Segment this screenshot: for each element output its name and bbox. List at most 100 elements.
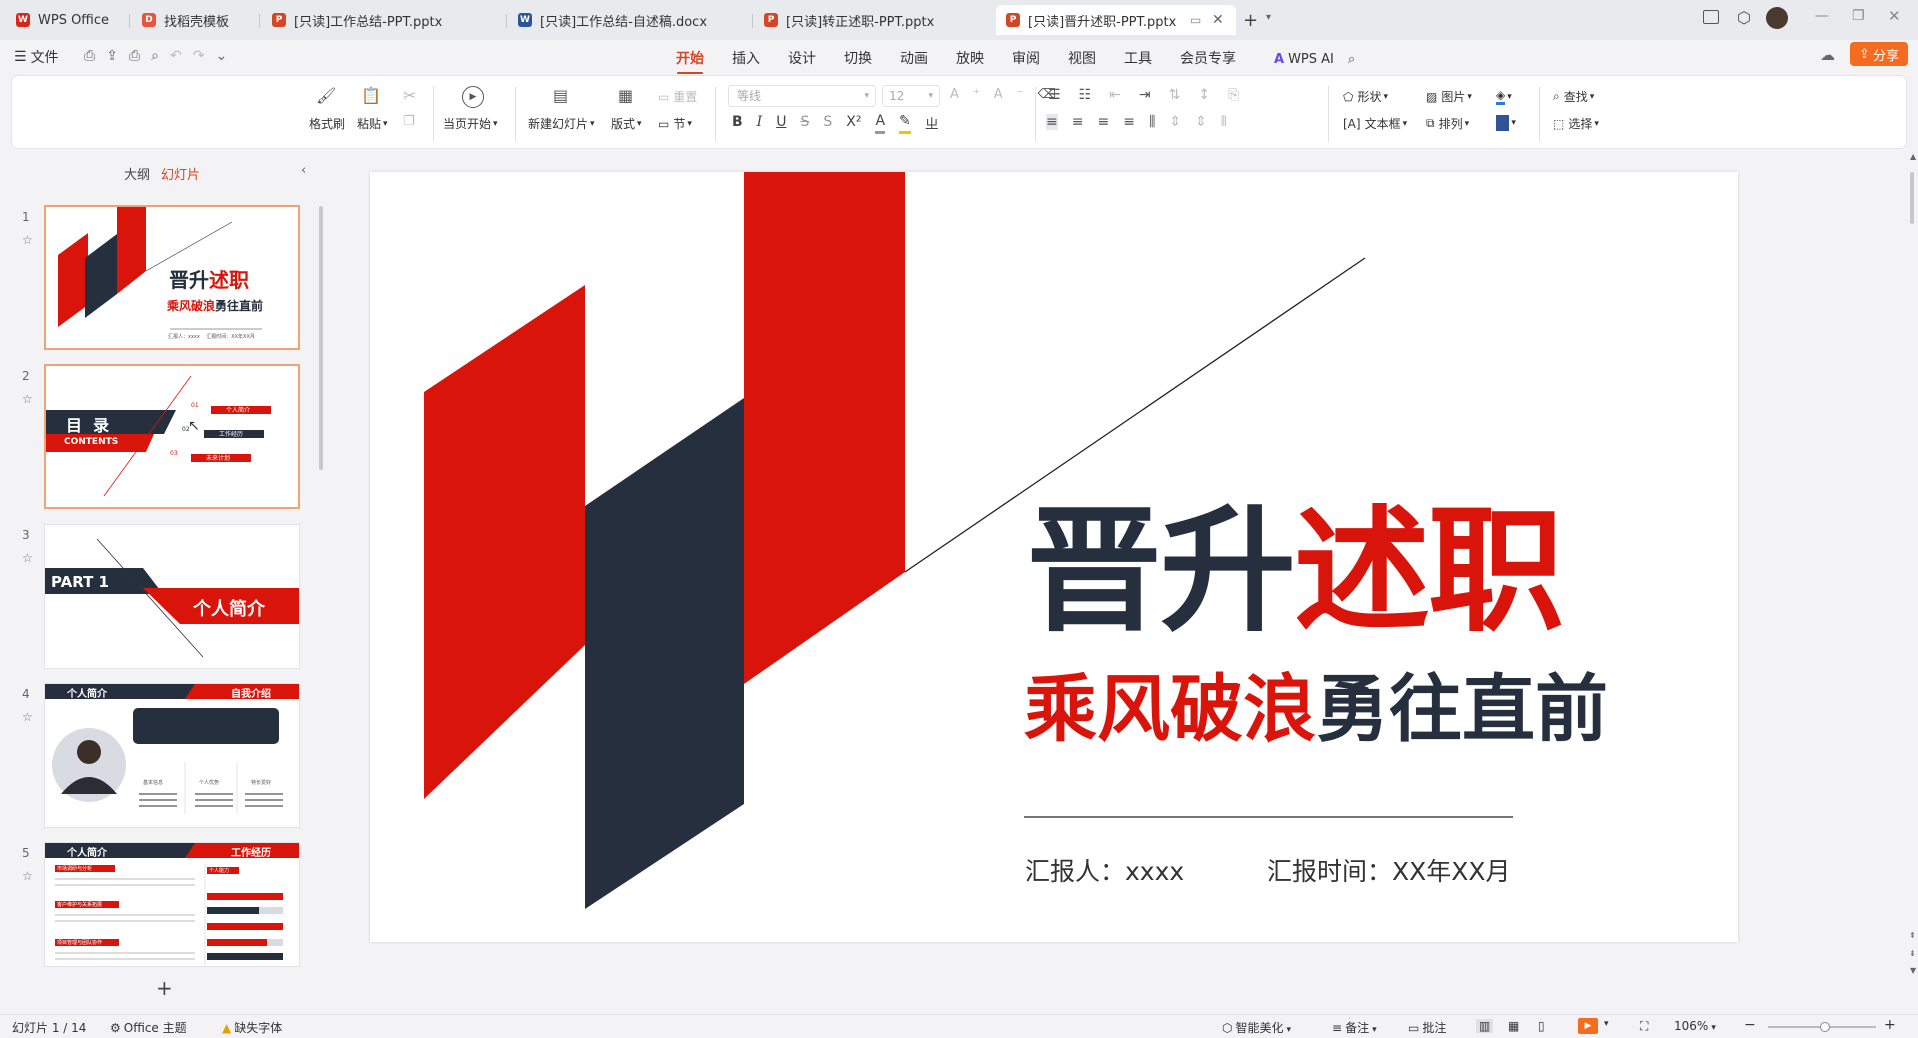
tab-promotion-ppt[interactable]: P [只读]晋升述职-PPT.pptx ▭ ✕ (996, 5, 1236, 35)
shrink-font-icon[interactable]: A⁻ (994, 87, 1038, 102)
missing-font-indicator[interactable]: ▲ 缺失字体 (222, 1019, 282, 1036)
select-button[interactable]: ⬚ 选择 ▾ (1553, 115, 1599, 132)
notes-button[interactable]: ≡ 备注 ▾ (1332, 1019, 1377, 1036)
tab-review[interactable]: 审阅 (1010, 47, 1042, 71)
italic-icon[interactable]: I (757, 114, 763, 134)
slideshow-options-icon[interactable]: ▾ (1604, 1019, 1609, 1029)
new-tab-icon[interactable]: + (1243, 10, 1258, 31)
chevron-down-icon[interactable]: ▾ (1266, 12, 1271, 23)
slide-thumbnail-5[interactable]: 个人简介 工作经历 市场调研与分析 客户维护与关系拓展 项目管理与团队协作 个人… (44, 842, 300, 967)
section-button[interactable]: ▭ 节 ▾ (658, 115, 692, 132)
add-slide-icon[interactable]: + (156, 976, 173, 1000)
align-left-icon[interactable]: ≡ (1046, 114, 1058, 130)
tab-regularization-ppt[interactable]: P [只读]转正述职-PPT.pptx (754, 5, 994, 35)
tab-design[interactable]: 设计 (786, 47, 818, 71)
collapse-panel-icon[interactable]: ‹ (301, 163, 306, 178)
scroll-thumb[interactable] (1910, 172, 1914, 224)
slideshow-play-icon[interactable]: ▶ (1578, 1018, 1598, 1034)
underline-icon[interactable]: U (776, 114, 786, 134)
star-icon[interactable]: ☆ (22, 869, 33, 883)
tab-animation[interactable]: 动画 (898, 47, 930, 71)
next-page-icon[interactable]: ⇟ (1909, 949, 1916, 958)
canvas-scrollbar[interactable]: ▲ ⇞ ⇟ ▼ (1906, 152, 1918, 982)
copy-icon[interactable]: ❐ (403, 114, 415, 129)
slide-sorter-icon[interactable]: ▦ (1508, 1019, 1519, 1033)
line-spacing-icon[interactable]: ⇕ (1169, 114, 1181, 130)
star-icon[interactable]: ☆ (22, 710, 33, 724)
font-name-select[interactable]: 等线 ▾ (728, 85, 876, 107)
tab-docer[interactable]: D 找稻壳模板 (132, 5, 254, 35)
new-slide-button[interactable]: 新建幻灯片 ▾ (528, 115, 595, 132)
current-slide[interactable]: 晋升述职 乘风破浪勇往直前 汇报人：xxxx 汇报时间：XX年XX月 (370, 172, 1738, 942)
tab-slides[interactable]: 幻灯片 (161, 164, 200, 183)
tab-work-summary-docx[interactable]: W [只读]工作总结-自述稿.docx (508, 5, 748, 35)
tab-slideshow[interactable]: 放映 (954, 47, 986, 71)
format-painter-button[interactable]: 格式刷 (309, 115, 345, 132)
tab-tools[interactable]: 工具 (1122, 47, 1154, 71)
decrease-indent-icon[interactable]: ⇤ (1109, 87, 1121, 103)
cloud-icon[interactable]: ☁ (1820, 46, 1835, 64)
cube-icon[interactable]: ⬡ (1737, 8, 1751, 27)
zoom-slider-thumb[interactable] (1820, 1022, 1830, 1032)
avatar[interactable] (1766, 7, 1788, 29)
align-right-icon[interactable]: ≡ (1097, 114, 1109, 130)
tab-wps-office[interactable]: W WPS Office (6, 5, 122, 35)
columns-icon[interactable]: ⫴ (1221, 114, 1227, 130)
sort-icon[interactable]: ↕ (1198, 87, 1210, 103)
redo-icon[interactable]: ↷ (193, 48, 216, 64)
wps-ai-button[interactable]: A WPS AI ⌕ (1274, 47, 1355, 71)
window-mode-icon[interactable]: ▭ (1190, 13, 1201, 27)
zoom-out-icon[interactable]: − (1744, 1017, 1756, 1033)
slide-thumbnail-4[interactable]: 个人简介 自我介绍 基本信息 个人优势 特长爱好 (44, 683, 300, 828)
quick-access-toolbar[interactable]: ⎙⇪⎙⌕↶↷⌄ (84, 48, 238, 64)
tab-outline[interactable]: 大纲 (124, 164, 150, 183)
star-icon[interactable]: ☆ (22, 551, 33, 565)
text-direction-icon[interactable]: ⇅ (1169, 87, 1181, 103)
picture-button[interactable]: ▨ 图片 ▾ (1426, 88, 1472, 105)
char-spacing-icon[interactable]: ㄓ (925, 114, 939, 134)
prev-page-icon[interactable]: ⇞ (1909, 931, 1916, 940)
more-icon[interactable]: ⌄ (215, 48, 238, 64)
close-tab-icon[interactable]: ✕ (1212, 12, 1224, 28)
tab-home[interactable]: 开始 (674, 47, 706, 74)
zoom-level[interactable]: 106% ▾ (1674, 1019, 1716, 1033)
font-size-select[interactable]: 12 ▾ (882, 85, 940, 107)
reading-view-icon[interactable]: ▯ (1538, 1019, 1545, 1033)
para-spacing-icon[interactable]: ⇕ (1195, 114, 1207, 130)
search-icon[interactable]: ⌕ (1348, 52, 1355, 67)
increase-indent-icon[interactable]: ⇥ (1139, 87, 1151, 103)
reset-button[interactable]: ▭ 重置 (658, 88, 697, 105)
convert-icon[interactable]: ⎘ (1228, 87, 1239, 103)
export-icon[interactable]: ⇪ (106, 48, 129, 64)
tile-window-icon[interactable] (1703, 10, 1719, 24)
font-color-icon[interactable]: A (875, 114, 886, 134)
slide-thumbnail-1[interactable]: 晋升述职 乘风破浪勇往直前 汇报人：xxxx 汇报时间：XX年XX月 (44, 205, 300, 350)
zoom-in-icon[interactable]: + (1884, 1017, 1896, 1033)
fit-window-icon[interactable]: ⛶ (1640, 1019, 1648, 1034)
bullet-list-icon[interactable]: ☰ (1048, 87, 1061, 103)
textbox-button[interactable]: [A] 文本框 ▾ (1343, 115, 1407, 132)
find-button[interactable]: ⌕ 查找 ▾ (1553, 88, 1594, 105)
slide-thumbnail-2[interactable]: 目 录 CONTENTS 01 02 03 个人简介 工作经历 未来计划 ↖ (44, 364, 300, 509)
close-window-icon[interactable]: ✕ (1888, 7, 1901, 25)
justify-icon[interactable]: ≡ (1123, 114, 1135, 130)
star-icon[interactable]: ☆ (22, 233, 33, 247)
distribute-icon[interactable]: ⫼ (1149, 114, 1155, 130)
grow-font-icon[interactable]: A⁺ (950, 87, 994, 102)
file-menu[interactable]: ☰ 文件 (14, 47, 59, 67)
paste-button[interactable]: 粘贴 ▾ (357, 115, 388, 132)
play-from-current-button[interactable]: 当页开始 ▾ (443, 115, 498, 132)
cut-icon[interactable]: ✂ (403, 86, 416, 105)
strikethrough-icon[interactable]: S (800, 114, 809, 134)
print-preview-icon[interactable]: ⌕ (151, 48, 170, 64)
shadow-icon[interactable]: S (823, 114, 832, 134)
highlight-icon[interactable]: ✎ (899, 114, 911, 134)
align-center-icon[interactable]: ≡ (1072, 114, 1084, 130)
comments-button[interactable]: ▭ 批注 (1408, 1019, 1446, 1036)
zoom-slider[interactable] (1768, 1022, 1876, 1032)
print-icon[interactable]: ⎙ (129, 48, 151, 64)
undo-icon[interactable]: ↶ (170, 48, 193, 64)
arrange-button[interactable]: ⧉ 排列 ▾ (1426, 115, 1469, 132)
layout-button[interactable]: 版式 ▾ (611, 115, 642, 132)
panel-scrollbar[interactable] (319, 206, 323, 470)
